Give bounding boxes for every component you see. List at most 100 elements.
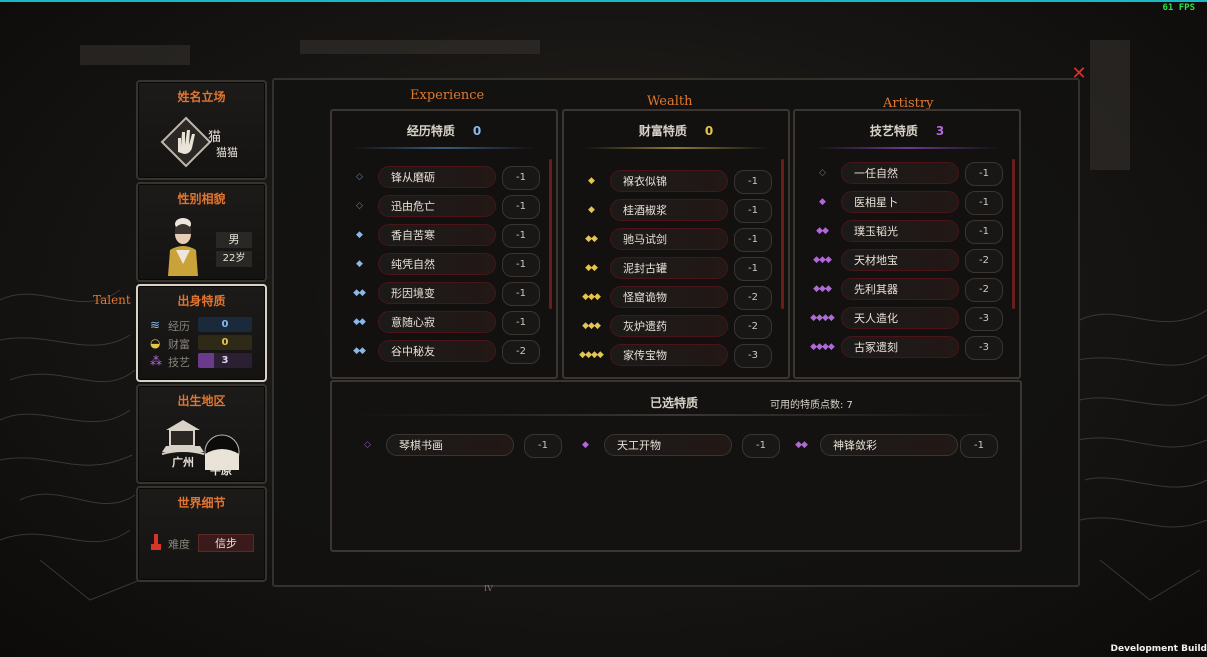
experience-grade-icon: ◆◆ — [353, 317, 366, 327]
experience-grade-icon: ◇ — [356, 172, 363, 182]
selected-trait-grade-icon: ◆◆ — [795, 440, 808, 450]
character-nickname: 猫猫 — [216, 146, 238, 159]
trait-row[interactable]: ◆◆ 驰马试剑 -1 — [578, 227, 774, 252]
trait-row[interactable]: ◇ 锋从磨砺 -1 — [346, 165, 542, 190]
city-icon — [161, 420, 205, 455]
trait-cost: -1 — [502, 253, 540, 277]
trait-name[interactable]: 纯凭自然 — [378, 253, 496, 275]
trait-cost: -1 — [502, 224, 540, 248]
trait-row[interactable]: ◆◆◆ 怪窟诡物 -2 — [578, 285, 774, 310]
trait-row[interactable]: ◆◆◆ 先利其器 -2 — [809, 277, 1005, 302]
trait-row[interactable]: ◆◆◆ 天材地宝 -2 — [809, 248, 1005, 273]
trait-name[interactable]: 意随心寂 — [378, 311, 496, 333]
trait-name[interactable]: 灰炉遗药 — [610, 315, 728, 337]
experience-scrollbar[interactable] — [549, 159, 552, 309]
trait-row[interactable]: ◆◆◆◆ 家传宝物 -3 — [578, 343, 774, 368]
artistry-scrollbar[interactable] — [1012, 159, 1015, 309]
birthplace-title: 出生地区 — [177, 394, 226, 408]
trait-name[interactable]: 怪窟诡物 — [610, 286, 728, 308]
trait-row[interactable]: ◆ 褓衣似锦 -1 — [578, 169, 774, 194]
sidebar-birthplace[interactable]: 出生地区 广州 平原 — [136, 384, 267, 484]
artistry-trait-panel: 技艺特质 3 ◇ 一任自然 -1 ◆ 医相星卜 -1 ◆◆ 璞玉韬光 -1 ◆◆◆ 天材地宝 -2… — [793, 109, 1021, 379]
trait-name[interactable]: 一任自然 — [841, 162, 959, 184]
sidebar-name-stance[interactable]: 姓名立场 猫 猫猫 — [136, 80, 267, 180]
sidebar-gender-appearance[interactable]: 性别相貌 男 22岁 — [136, 182, 267, 282]
trait-row[interactable]: ◆ 香自苦寒 -1 — [346, 223, 542, 248]
trait-row[interactable]: ◆◆ 意随心寂 -1 — [346, 310, 542, 335]
selected-trait-name[interactable]: 神锋敛彩 — [820, 434, 958, 456]
selected-trait-row[interactable]: ◆◆ 神锋敛彩 -1 — [788, 433, 998, 458]
artistry-grade-icon: ◆◆◆ — [813, 255, 832, 265]
difficulty-label: 难度 — [168, 538, 190, 551]
experience-grade-icon: ◇ — [356, 201, 363, 211]
experience-caption: Experience — [410, 88, 485, 103]
trait-name[interactable]: 古冢遗刻 — [841, 336, 959, 358]
trait-name[interactable]: 形因境变 — [378, 282, 496, 304]
trait-name[interactable]: 天材地宝 — [841, 249, 959, 271]
trait-name[interactable]: 褓衣似锦 — [610, 170, 728, 192]
wealth-grade-icon: ◆◆ — [585, 263, 598, 273]
wealth-value: 0 — [198, 335, 252, 350]
artistry-label: 技艺 — [168, 356, 190, 369]
experience-grade-icon: ◆ — [356, 259, 363, 269]
trait-name[interactable]: 天人造化 — [841, 307, 959, 329]
trait-name[interactable]: 桂酒椒浆 — [610, 199, 728, 221]
trait-name[interactable]: 家传宝物 — [610, 344, 728, 366]
trait-row[interactable]: ◆◆◆ 灰炉遗药 -2 — [578, 314, 774, 339]
trait-name[interactable]: 锋从磨砺 — [378, 166, 496, 188]
trait-row[interactable]: ◆◆ 形因境变 -1 — [346, 281, 542, 306]
difficulty-icon — [151, 534, 161, 550]
wealth-grade-icon: ◆◆◆ — [582, 292, 601, 302]
trait-name[interactable]: 泥封古罐 — [610, 257, 728, 279]
trait-name[interactable]: 香自苦寒 — [378, 224, 496, 246]
character-portrait — [168, 218, 198, 276]
trait-name[interactable]: 驰马试剑 — [610, 228, 728, 250]
trait-row[interactable]: ◆◆◆◆ 天人造化 -3 — [809, 306, 1005, 331]
selected-trait-row[interactable]: ◇ 琴棋书画 -1 — [354, 433, 562, 458]
trait-cost: -1 — [502, 282, 540, 306]
artistry-grade-icon: ◆◆ — [816, 226, 829, 236]
trait-row[interactable]: ◆ 纯凭自然 -1 — [346, 252, 542, 277]
artistry-panel-header: 技艺特质 3 — [795, 111, 1019, 149]
trait-row[interactable]: ◆◆ 泥封古罐 -1 — [578, 256, 774, 281]
origin-stat-artistry: ⁂ 技艺 3 — [148, 353, 258, 369]
experience-panel-title: 经历特质 — [406, 124, 455, 138]
trait-name[interactable]: 谷中秘友 — [378, 340, 496, 362]
artistry-grade-icon: ◆◆◆◆ — [810, 313, 835, 323]
close-icon[interactable]: ✕ — [1070, 65, 1088, 83]
experience-grade-icon: ◆ — [356, 230, 363, 240]
experience-header-divider — [352, 147, 536, 149]
selected-trait-name[interactable]: 天工开物 — [604, 434, 732, 456]
selected-trait-grade-icon: ◇ — [364, 440, 371, 450]
selected-trait-row[interactable]: ◆ 天工开物 -1 — [572, 433, 780, 458]
trait-name[interactable]: 迅由危亡 — [378, 195, 496, 217]
wealth-trait-panel: 财富特质 0 ◆ 褓衣似锦 -1 ◆ 桂酒椒浆 -1 ◆◆ 驰马试剑 -1 ◆◆ 泥封古罐 -1 … — [562, 109, 790, 379]
name-stance-title: 姓名立场 — [177, 90, 226, 104]
trait-row[interactable]: ◇ 迅由危亡 -1 — [346, 194, 542, 219]
trait-row[interactable]: ◆◆◆◆ 古冢遗刻 -3 — [809, 335, 1005, 360]
trait-name[interactable]: 医相星卜 — [841, 191, 959, 213]
trait-name[interactable]: 先利其器 — [841, 278, 959, 300]
top-accent-line — [0, 0, 1207, 2]
experience-label: 经历 — [168, 320, 190, 333]
wealth-label: 财富 — [168, 338, 190, 351]
trait-name[interactable]: 璞玉韬光 — [841, 220, 959, 242]
character-name: 猫 — [208, 130, 222, 145]
sidebar-origin-traits[interactable]: 出身特质 ≋ 经历 0 ◒ 财富 0 ⁂ 技艺 3 — [136, 284, 267, 382]
trait-row[interactable]: ◆◆ 谷中秘友 -2 — [346, 339, 542, 364]
trait-cost: -2 — [734, 315, 772, 339]
difficulty-value[interactable]: 信步 — [198, 534, 254, 552]
trait-row[interactable]: ◆◆ 璞玉韬光 -1 — [809, 219, 1005, 244]
selected-traits-panel: 已选特质 可用的特质点数: 7 ◇ 琴棋书画 -1 ◆ 天工开物 -1 ◆◆ 神锋敛彩 -1 — [330, 380, 1022, 552]
sidebar-world-details[interactable]: 世界细节 难度 信步 — [136, 486, 267, 582]
trait-row[interactable]: ◆ 桂酒椒浆 -1 — [578, 198, 774, 223]
wealth-panel-header: 财富特质 0 — [564, 111, 788, 149]
trait-row[interactable]: ◆ 医相星卜 -1 — [809, 190, 1005, 215]
selected-trait-cost: -1 — [524, 434, 562, 458]
trait-cost: -3 — [965, 307, 1003, 331]
trait-row[interactable]: ◇ 一任自然 -1 — [809, 161, 1005, 186]
selected-trait-name[interactable]: 琴棋书画 — [386, 434, 514, 456]
artistry-grade-icon: ◆ — [819, 197, 826, 207]
artistry-header-divider — [815, 147, 999, 149]
wealth-scrollbar[interactable] — [781, 159, 784, 309]
